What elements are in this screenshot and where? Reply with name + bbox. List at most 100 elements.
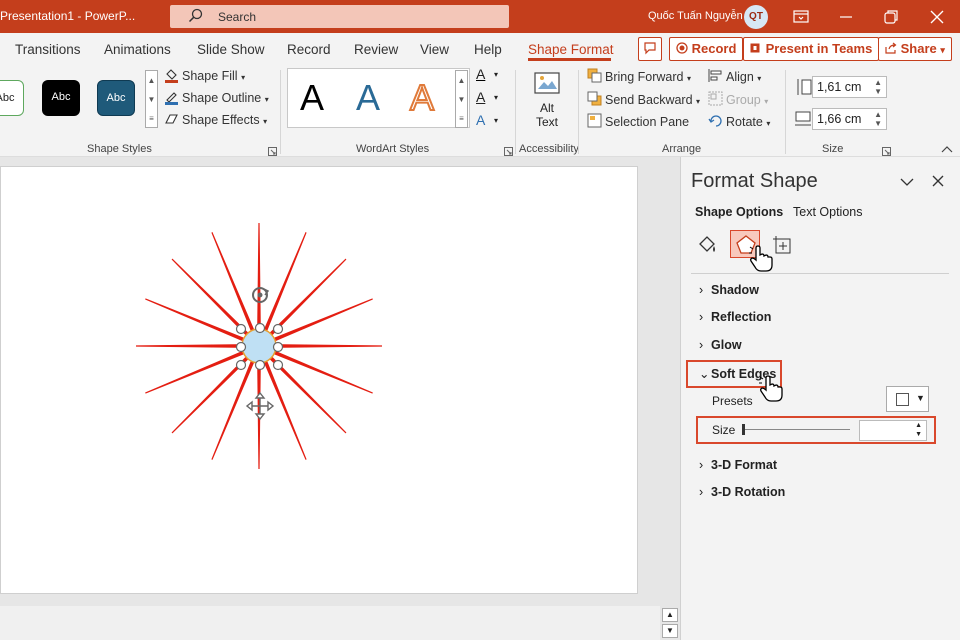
presets-label: Presets bbox=[712, 394, 753, 408]
shape-width-stepper[interactable]: 1,66 cm ▲ ▼ bbox=[812, 108, 887, 130]
chevron-right-icon: › bbox=[699, 458, 704, 472]
minimize-icon[interactable] bbox=[837, 8, 855, 26]
text-effects-icon[interactable]: A bbox=[476, 112, 485, 128]
record-button[interactable]: Record bbox=[669, 37, 744, 61]
close-icon[interactable] bbox=[928, 8, 946, 26]
alt-text-label-1: Alt bbox=[539, 101, 554, 115]
chevron-down-icon: ▾ bbox=[766, 119, 771, 128]
section-glow[interactable]: › Glow bbox=[699, 338, 742, 352]
chevron-down-icon[interactable]: ▾ bbox=[494, 93, 498, 102]
chevron-down-icon: ⌄ bbox=[699, 367, 710, 381]
align-button[interactable]: Align ▾ bbox=[726, 70, 761, 84]
chevron-down-icon: ▾ bbox=[757, 74, 762, 83]
wordart-scroll[interactable]: ▲ ▼ ≡ bbox=[455, 70, 468, 128]
tab-animations[interactable]: Animations bbox=[104, 42, 171, 57]
size-group-label: Size bbox=[822, 143, 844, 155]
bring-forward-button[interactable]: Bring Forward ▾ bbox=[605, 70, 691, 84]
resize-handle[interactable] bbox=[272, 359, 284, 371]
share-button[interactable]: Share ▾ bbox=[878, 37, 952, 61]
tab-shape-options[interactable]: Shape Options bbox=[695, 205, 783, 219]
rotate-button[interactable]: Rotate ▾ bbox=[726, 115, 770, 129]
resize-handle[interactable] bbox=[235, 341, 247, 353]
chevron-down-icon: ▾ bbox=[264, 95, 269, 104]
chevron-down-icon[interactable]: ▾ bbox=[494, 70, 498, 79]
ribbon-display-icon[interactable] bbox=[792, 8, 810, 26]
shape-style-black[interactable]: Abc bbox=[42, 80, 80, 116]
tab-view[interactable]: View bbox=[420, 42, 449, 57]
stepper-down-icon[interactable]: ▼ bbox=[874, 88, 882, 96]
shape-height-stepper[interactable]: 1,61 cm ▲ ▼ bbox=[812, 76, 887, 98]
text-outline-icon[interactable]: A bbox=[476, 89, 485, 105]
arrange-group-label: Arrange bbox=[662, 143, 702, 155]
tab-shape-format[interactable]: Shape Format bbox=[528, 42, 614, 57]
shape-width-value: 1,66 cm bbox=[817, 112, 862, 126]
pencil-icon bbox=[164, 90, 179, 105]
section-reflection[interactable]: › Reflection bbox=[699, 310, 771, 324]
pane-divider bbox=[691, 273, 949, 274]
shape-style-blue[interactable]: Abc bbox=[97, 80, 135, 116]
tab-record[interactable]: Record bbox=[287, 42, 331, 57]
resize-handle[interactable] bbox=[272, 323, 284, 335]
stepper-down-icon[interactable]: ▼ bbox=[915, 431, 922, 438]
alt-text-label-2: Text bbox=[535, 115, 558, 129]
resize-handle[interactable] bbox=[272, 341, 284, 353]
resize-handle[interactable] bbox=[254, 359, 266, 371]
presets-dropdown[interactable]: ▼ bbox=[886, 386, 929, 412]
wordart-style-blue[interactable]: A bbox=[356, 77, 380, 119]
stepper-up-icon[interactable]: ▲ bbox=[874, 111, 882, 119]
shape-styles-scroll[interactable]: ▲ ▼ ≡ bbox=[145, 70, 158, 128]
tab-slide-show[interactable]: Slide Show bbox=[197, 42, 265, 57]
slider-thumb[interactable] bbox=[742, 424, 745, 435]
rotate-handle-icon[interactable] bbox=[252, 287, 270, 303]
group-button[interactable]: Group ▾ bbox=[726, 93, 768, 107]
stepper-up-icon[interactable]: ▲ bbox=[874, 79, 882, 87]
pane-options-icon[interactable] bbox=[900, 176, 914, 188]
pane-close-icon[interactable] bbox=[932, 175, 944, 187]
tab-help[interactable]: Help bbox=[474, 42, 502, 57]
resize-handle[interactable] bbox=[235, 359, 247, 371]
wordart-gallery[interactable]: A A A bbox=[287, 68, 470, 128]
soft-edge-size-slider[interactable] bbox=[742, 429, 850, 430]
section-shadow[interactable]: › Shadow bbox=[699, 283, 759, 297]
send-backward-button[interactable]: Send Backward ▾ bbox=[605, 93, 700, 107]
shape-style-outline[interactable]: Abc bbox=[0, 80, 24, 116]
tab-transitions[interactable]: Transitions bbox=[15, 42, 81, 57]
stepper-down-icon[interactable]: ▼ bbox=[874, 120, 882, 128]
resize-handle[interactable] bbox=[235, 323, 247, 335]
present-in-teams-button[interactable]: Present in Teams bbox=[743, 37, 880, 61]
wordart-style-orange-outline[interactable]: A bbox=[409, 76, 435, 119]
comments-button[interactable] bbox=[638, 37, 662, 61]
group-icon bbox=[708, 91, 723, 106]
text-fill-icon[interactable]: A bbox=[476, 66, 485, 82]
shape-fill-button[interactable]: Shape Fill ▾ bbox=[182, 69, 245, 83]
dialog-launcher-icon[interactable] bbox=[504, 145, 513, 156]
slide-canvas[interactable] bbox=[0, 166, 638, 594]
shape-outline-button[interactable]: Shape Outline ▾ bbox=[182, 91, 269, 105]
wordart-style-black[interactable]: A bbox=[300, 77, 324, 119]
stepper-up-icon[interactable]: ▲ bbox=[915, 422, 922, 429]
tab-text-options[interactable]: Text Options bbox=[793, 205, 862, 219]
star-center[interactable] bbox=[241, 328, 277, 364]
restore-icon[interactable] bbox=[882, 8, 900, 26]
notes-bar bbox=[0, 606, 660, 640]
section-3d-rotation[interactable]: › 3-D Rotation bbox=[699, 485, 785, 499]
vertical-scroll-buttons[interactable]: ▲ ▼ bbox=[662, 608, 678, 638]
avatar[interactable]: QT bbox=[744, 5, 768, 29]
star-shape[interactable] bbox=[1, 167, 639, 595]
scroll-down-icon[interactable]: ▼ bbox=[662, 624, 678, 638]
search-input[interactable]: Search bbox=[170, 5, 509, 28]
section-3d-format[interactable]: › 3-D Format bbox=[699, 458, 777, 472]
chevron-down-icon[interactable]: ▾ bbox=[494, 116, 498, 125]
fill-line-icon[interactable] bbox=[696, 234, 718, 256]
collapse-ribbon-icon[interactable] bbox=[940, 143, 954, 155]
scroll-up-icon[interactable]: ▲ bbox=[662, 608, 678, 622]
selection-pane-button[interactable]: Selection Pane bbox=[605, 115, 689, 129]
resize-handle[interactable] bbox=[254, 322, 266, 334]
dialog-launcher-icon[interactable] bbox=[268, 145, 277, 156]
dialog-launcher-icon[interactable] bbox=[882, 145, 891, 156]
user-name[interactable]: Quốc Tuấn Nguyễn bbox=[648, 10, 743, 22]
tab-review[interactable]: Review bbox=[354, 42, 398, 57]
alt-text-button[interactable]: Alt Text bbox=[527, 70, 567, 134]
shape-effects-button[interactable]: Shape Effects ▾ bbox=[182, 113, 267, 127]
soft-edge-size-stepper[interactable]: ▲ ▼ bbox=[859, 420, 927, 441]
